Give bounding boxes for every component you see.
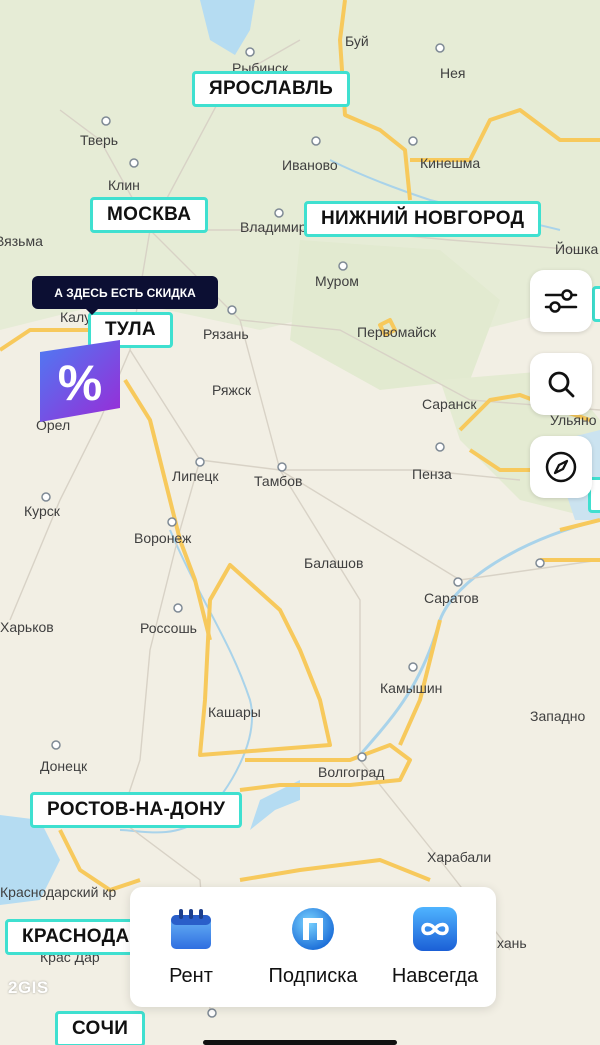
tab-forever[interactable]: Навсегда xyxy=(376,905,494,988)
bottom-tab-bar: Рент Подписка Навсегда xyxy=(130,887,496,1007)
city-pill-yaroslavl[interactable]: ЯРОСЛАВЛЬ xyxy=(192,71,351,107)
map-label: Рязань xyxy=(203,326,249,342)
search-button[interactable] xyxy=(530,353,592,415)
map-label: Муром xyxy=(315,273,359,289)
map-label: Липецк xyxy=(172,468,219,484)
tab-rent-label: Рент xyxy=(169,965,213,987)
map-label: Западно xyxy=(530,708,586,724)
map-label: Тверь xyxy=(80,132,118,148)
map-watermark: 2GIS xyxy=(8,978,49,997)
city-pill-partial[interactable] xyxy=(592,286,600,322)
home-indicator xyxy=(203,1040,397,1045)
map-label: Россошь xyxy=(140,620,197,636)
filter-button[interactable] xyxy=(530,270,592,332)
map-label: Харьков xyxy=(0,619,54,635)
tab-subscription-label: Подписка xyxy=(268,965,358,987)
city-pill-sochi[interactable]: СОЧИ xyxy=(55,1011,146,1045)
map-label: Первомайск xyxy=(357,324,437,340)
calendar-icon xyxy=(171,909,211,949)
map-label: Тамбов xyxy=(254,473,302,489)
subscription-p-icon xyxy=(292,908,334,950)
map-label: Кашары xyxy=(208,704,261,720)
map-label: Владимир xyxy=(240,219,307,235)
tab-forever-label: Навсегда xyxy=(391,965,479,987)
map-label: Нея xyxy=(440,65,465,81)
percent-icon: % xyxy=(58,355,102,411)
map-label: Ряжск xyxy=(212,382,252,398)
map-screen: Рыбинск Буй Нея Тверь Иваново Кинешма Кл… xyxy=(0,0,600,1045)
map-label: Саранск xyxy=(422,396,477,412)
city-pill-rostov[interactable]: РОСТОВ-НА-ДОНУ xyxy=(30,792,243,828)
tab-subscription[interactable]: Подписка xyxy=(254,905,372,988)
map-label: Курск xyxy=(24,503,61,519)
map-label: Камышин xyxy=(380,680,442,696)
discount-tooltip-text: А ЗДЕСЬ ЕСТЬ СКИДКА xyxy=(54,285,196,300)
map-label: Саратов xyxy=(424,590,479,606)
map-label: Балашов xyxy=(304,555,363,571)
search-icon xyxy=(548,371,575,398)
map-label: Краснодарский кр xyxy=(0,884,116,900)
city-pill-moskva[interactable]: МОСКВА xyxy=(90,197,209,233)
map-label: Волгоград xyxy=(318,764,384,780)
discount-tooltip: А ЗДЕСЬ ЕСТЬ СКИДКА xyxy=(32,276,218,315)
sliders-icon xyxy=(544,289,578,313)
map-label: Кинешма xyxy=(420,155,480,171)
compass-icon xyxy=(545,451,577,483)
tab-rent[interactable]: Рент xyxy=(132,905,250,988)
map-label: Донецк xyxy=(40,758,88,774)
discount-badge[interactable]: % xyxy=(40,340,122,422)
infinity-icon xyxy=(413,907,457,951)
map-label: Йошка xyxy=(555,240,599,257)
map-label: Воронеж xyxy=(134,530,192,546)
map-label: Харабали xyxy=(427,849,491,865)
city-pill-nizhny-novgorod[interactable]: НИЖНИЙ НОВГОРОД xyxy=(304,201,542,237)
map-label: хань xyxy=(497,935,527,951)
map-label: Пенза xyxy=(412,466,452,482)
map-label: Иваново xyxy=(282,157,338,173)
compass-button[interactable] xyxy=(530,436,592,498)
map-label: Вязьма xyxy=(0,233,43,249)
map-label: Клин xyxy=(108,177,140,193)
map-label: Буй xyxy=(345,33,369,49)
